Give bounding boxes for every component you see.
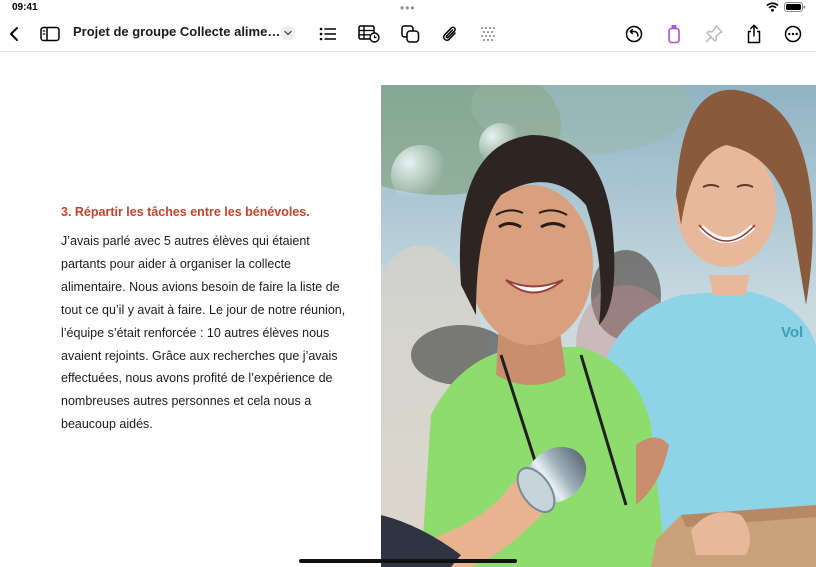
paragraph-line: avaient rejoints. Grâce aux recherches q… <box>61 348 338 363</box>
document-canvas[interactable]: 3. Répartir les tâches entre les bénévol… <box>0 52 816 567</box>
volunteers-photo[interactable]: Vol <box>381 85 816 567</box>
home-indicator[interactable] <box>299 559 517 563</box>
table-chart-icon[interactable] <box>356 21 382 47</box>
paragraph-line: partants pour aider à organiser la colle… <box>61 256 291 271</box>
status-bar: 09:41 ••• <box>0 0 816 16</box>
volunteers-photo-illustration: Vol <box>381 85 816 567</box>
shirt-lettering: Vol <box>781 324 803 341</box>
status-indicators <box>766 2 806 12</box>
wifi-icon <box>766 2 779 12</box>
sidebar-icon[interactable] <box>37 21 63 47</box>
undo-icon[interactable] <box>621 21 647 47</box>
document-title[interactable]: Projet de groupe Collecte alimentai… <box>73 24 283 39</box>
texture-grid-icon[interactable] <box>475 21 501 47</box>
format-brush-icon[interactable] <box>661 21 687 47</box>
paragraph-line: beaucoup aidés. <box>61 417 153 432</box>
paragraph-line: l’équipe s’était renforcée : 10 autres é… <box>61 325 330 340</box>
back-chevron-icon[interactable] <box>1 21 27 47</box>
paragraph-line: nombreuses autres personnes et cela nous… <box>61 394 312 409</box>
more-icon[interactable] <box>780 21 806 47</box>
body-paragraph[interactable]: J’avais parlé avec 5 autres élèves qui é… <box>61 230 353 436</box>
pin-icon[interactable] <box>701 21 727 47</box>
multitasking-dots-icon[interactable]: ••• <box>400 1 416 15</box>
paragraph-line: J’avais parlé avec 5 autres élèves qui é… <box>61 234 310 248</box>
shapes-icon[interactable] <box>397 21 423 47</box>
document-toolbar: Projet de groupe Collecte alimentai… <box>0 16 816 52</box>
battery-icon <box>784 2 806 12</box>
paragraph-line: effectuées, nous avons profité de l’expé… <box>61 371 333 386</box>
paragraph-line: tout ce qu’il y avait à faire. Le jour d… <box>61 302 346 317</box>
title-menu-chevron-icon[interactable] <box>281 26 295 40</box>
paragraph-line: alimentaire. Nous avions besoin de faire… <box>61 279 340 294</box>
list-icon[interactable] <box>315 21 341 47</box>
share-icon[interactable] <box>741 21 767 47</box>
paperclip-icon[interactable] <box>437 21 463 47</box>
status-time: 09:41 <box>12 2 38 13</box>
section-heading[interactable]: 3. Répartir les tâches entre les bénévol… <box>61 205 310 219</box>
